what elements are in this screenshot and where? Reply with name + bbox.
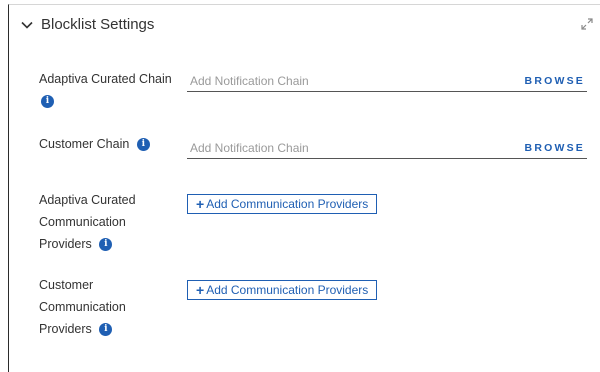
curated-chain-input[interactable] — [187, 73, 487, 88]
chevron-down-icon[interactable] — [19, 17, 35, 33]
customer-providers-label: Customer Communication Providers i — [39, 274, 126, 340]
customer-providers-label-line3: Providers — [39, 322, 92, 336]
customer-chain-label-text: Customer Chain — [39, 137, 130, 151]
expand-icon[interactable] — [580, 17, 594, 31]
add-curated-providers-label: Add Communication Providers — [206, 197, 369, 211]
plus-icon: + — [196, 282, 205, 298]
customer-chain-label: Customer Chain i — [39, 133, 150, 155]
customer-providers-label-line1: Customer — [39, 278, 94, 292]
info-icon[interactable]: i — [41, 95, 54, 109]
curated-chain-label: Adaptiva Curated Chain i — [39, 68, 172, 112]
curated-chain-browse-button[interactable]: BROWSE — [525, 75, 585, 87]
curated-providers-label-line3: Providers — [39, 237, 92, 251]
customer-chain-input[interactable] — [187, 140, 487, 155]
info-icon[interactable]: i — [99, 238, 113, 252]
curated-providers-label: Adaptiva Curated Communication Providers… — [39, 189, 136, 255]
info-icon[interactable]: i — [99, 323, 113, 337]
section-header[interactable]: Blocklist Settings — [19, 16, 154, 33]
info-icon[interactable]: i — [136, 138, 150, 152]
add-customer-providers-label: Add Communication Providers — [206, 283, 369, 297]
add-curated-providers-button[interactable]: + Add Communication Providers — [187, 194, 378, 214]
add-customer-providers-button[interactable]: + Add Communication Providers — [187, 280, 378, 300]
customer-chain-field: BROWSE — [187, 137, 587, 159]
plus-icon: + — [196, 196, 205, 212]
section-title: Blocklist Settings — [41, 16, 155, 33]
customer-chain-browse-button[interactable]: BROWSE — [525, 142, 585, 154]
curated-providers-label-line1: Adaptiva Curated — [39, 193, 136, 207]
blocklist-settings-panel: Blocklist Settings Adaptiva Curated Chai… — [8, 4, 600, 372]
curated-chain-label-text: Adaptiva Curated Chain — [39, 72, 172, 86]
customer-providers-label-line2: Communication — [39, 300, 126, 314]
curated-providers-label-line2: Communication — [39, 215, 126, 229]
curated-chain-field: BROWSE — [187, 70, 587, 92]
